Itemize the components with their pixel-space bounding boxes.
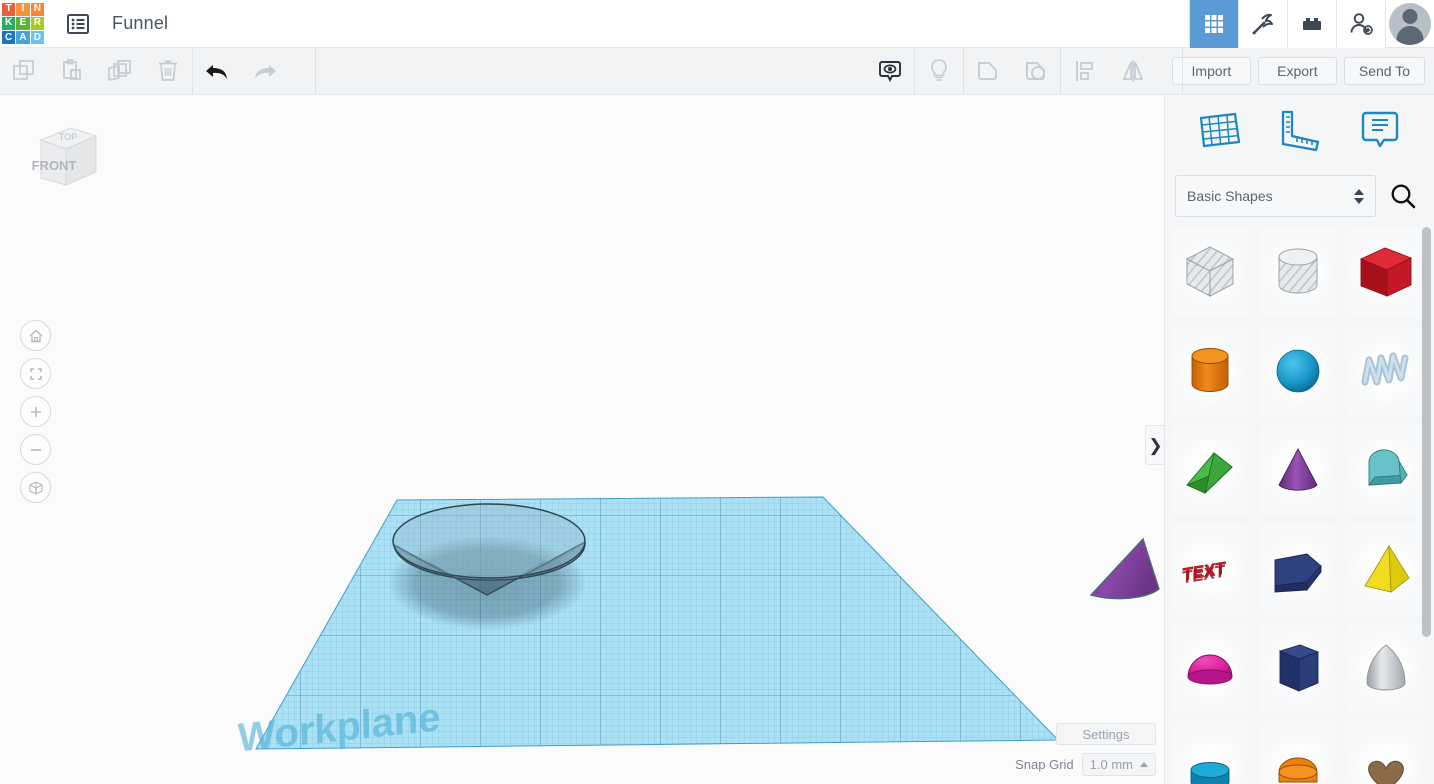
shape-category-value: Basic Shapes <box>1187 188 1273 204</box>
logo-cell-a: A <box>16 31 30 45</box>
paraboloid-shape[interactable] <box>1346 623 1425 713</box>
logo-cell-n: N <box>30 2 44 16</box>
copy-button[interactable] <box>0 48 48 94</box>
heart-shape[interactable] <box>1346 722 1425 784</box>
panel-tab-bar <box>1165 95 1434 165</box>
cylinder-hole-shape[interactable] <box>1258 227 1338 317</box>
roof-shape[interactable] <box>1346 425 1425 515</box>
sphere-shape[interactable] <box>1258 326 1338 416</box>
logo-cell-t: T <box>2 2 16 16</box>
zoom-in-button[interactable] <box>20 396 51 427</box>
page-title: Funnel <box>112 13 169 33</box>
logo-cell-i: I <box>16 2 30 16</box>
box-hole-shape[interactable] <box>1171 227 1250 317</box>
shapes-scrollbar[interactable] <box>1422 227 1431 637</box>
tinker-button[interactable] <box>1238 0 1287 48</box>
notes-tab[interactable] <box>1353 106 1407 154</box>
tinkercad-logo[interactable]: T I N K E R C A D <box>0 1 46 47</box>
shape-category-select[interactable]: Basic Shapes <box>1175 175 1376 217</box>
polygon-prism-shape[interactable] <box>1258 524 1338 614</box>
file-actions: Import Export Send To <box>1171 57 1434 85</box>
note-button[interactable] <box>915 48 963 94</box>
workplane-tab[interactable] <box>1192 106 1246 154</box>
snap-grid-dropdown[interactable]: 1.0 mm <box>1081 753 1156 776</box>
3d-canvas[interactable]: Workplane TOP FRONT Settings Snap Grid 1… <box>0 95 1164 784</box>
mirror-button[interactable] <box>1109 48 1157 94</box>
toolbar-divider-2 <box>315 48 316 94</box>
send-to-button[interactable]: Send To <box>1343 57 1425 85</box>
cylinder-shape[interactable] <box>1171 326 1250 416</box>
viewcube-front-label: FRONT <box>32 158 77 173</box>
snap-grid-control: Snap Grid 1.0 mm <box>1015 753 1156 776</box>
import-button[interactable]: Import <box>1171 57 1251 85</box>
avatar-image <box>1389 2 1431 45</box>
round-roof-shape[interactable] <box>1258 722 1338 784</box>
list-menu-icon[interactable] <box>65 11 91 37</box>
paste-button[interactable] <box>48 48 96 94</box>
box-shape[interactable] <box>1346 227 1425 317</box>
settings-button[interactable]: Settings <box>1056 723 1156 745</box>
duplicate-button[interactable] <box>96 48 144 94</box>
chevron-updown-icon <box>1354 188 1364 204</box>
group-button[interactable] <box>964 48 1012 94</box>
export-button[interactable]: Export <box>1257 57 1337 85</box>
logo-cell-r: R <box>30 16 44 31</box>
shape-grid: TEXT TEXT <box>1165 227 1434 784</box>
cone-shape-dragging[interactable] <box>1081 527 1164 609</box>
text-shape[interactable]: TEXT TEXT <box>1171 524 1250 614</box>
blocks-button[interactable] <box>1287 0 1336 48</box>
tube-shape[interactable] <box>1171 722 1250 784</box>
header-actions <box>1189 0 1434 48</box>
workplane-label: Workplane <box>237 695 440 760</box>
pyramid-shape[interactable] <box>1346 524 1425 614</box>
logo-cell-k: K <box>2 16 16 31</box>
logo-cell-c: C <box>2 31 16 45</box>
viewcube-top-label: TOP <box>59 132 77 142</box>
show-hide-button[interactable] <box>866 48 914 94</box>
fit-view-button[interactable] <box>20 358 51 389</box>
caret-up-icon <box>1140 762 1148 767</box>
zoom-out-button[interactable] <box>20 434 51 465</box>
logo-cell-d: D <box>30 31 44 45</box>
shapes-panel: Basic Shapes TEXT TEXT <box>1164 95 1434 784</box>
home-view-button[interactable] <box>20 320 51 351</box>
shape-category-row: Basic Shapes <box>1165 165 1434 227</box>
align-button[interactable] <box>1061 48 1109 94</box>
ungroup-button[interactable] <box>1012 48 1060 94</box>
search-button[interactable] <box>1382 175 1424 217</box>
logo-cell-e: E <box>16 16 30 31</box>
undo-button[interactable] <box>193 48 241 94</box>
projection-toggle-button[interactable] <box>20 472 51 503</box>
center-toolbar-group <box>866 48 1183 94</box>
wedge-shape[interactable] <box>1171 425 1250 515</box>
snap-grid-label: Snap Grid <box>1015 757 1074 772</box>
half-sphere-shape[interactable] <box>1171 623 1250 713</box>
gallery-grid-button[interactable] <box>1189 0 1238 48</box>
hexagon-prism-shape[interactable] <box>1258 623 1338 713</box>
invite-button[interactable] <box>1336 0 1385 48</box>
navigation-controls <box>20 320 51 503</box>
toolbar-divider-6 <box>1182 48 1183 94</box>
snap-grid-value: 1.0 mm <box>1089 757 1133 772</box>
app-header: T I N K E R C A D Funnel <box>0 0 1434 48</box>
panel-collapse-button[interactable]: ❯ <box>1145 425 1164 465</box>
scribble-shape[interactable] <box>1346 326 1425 416</box>
user-avatar[interactable] <box>1385 0 1434 48</box>
redo-button[interactable] <box>241 48 289 94</box>
workplane-scene: Workplane <box>237 496 1060 761</box>
search-icon <box>1391 184 1416 209</box>
view-cube[interactable]: TOP FRONT <box>27 122 100 195</box>
delete-button[interactable] <box>144 48 192 94</box>
edit-toolbar: Import Export Send To <box>0 48 1434 95</box>
ruler-tab[interactable] <box>1272 106 1326 154</box>
cone-shape[interactable] <box>1258 425 1338 515</box>
